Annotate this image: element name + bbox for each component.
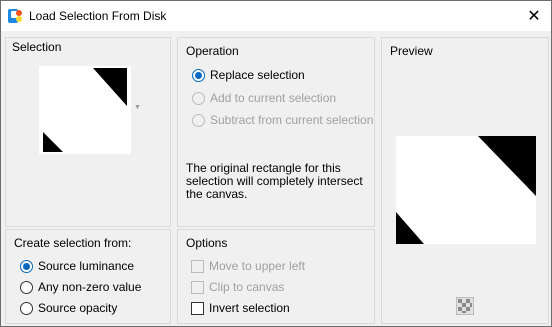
checkbox[interactable] (191, 301, 204, 315)
options-panel-title: Options (186, 236, 228, 250)
create-panel-title: Create selection from: (14, 236, 132, 250)
radio-button[interactable] (20, 259, 33, 273)
selection-mask-thumbnail (43, 68, 127, 152)
radio-add-to-selection[interactable]: Add to current selection (192, 89, 336, 107)
operation-panel-title: Operation (186, 44, 239, 58)
checkbox-invert-selection[interactable]: Invert selection (191, 299, 290, 317)
dialog-window: Load Selection From Disk ✕ Selection ▼ O… (0, 0, 552, 327)
radio-replace-selection[interactable]: Replace selection (192, 66, 305, 84)
radio-label: Replace selection (210, 68, 305, 82)
radio-label: Source luminance (38, 259, 135, 273)
checkbox-clip-to-canvas[interactable]: Clip to canvas (191, 278, 284, 296)
radio-label: Subtract from current selection (210, 113, 374, 127)
radio-source-opacity[interactable]: Source opacity (20, 299, 117, 317)
checkbox-move-to-upper-left[interactable]: Move to upper left (191, 257, 305, 275)
radio-label: Source opacity (38, 301, 118, 315)
close-button[interactable]: ✕ (517, 1, 551, 31)
radio-subtract-from-selection[interactable]: Subtract from current selection (192, 111, 373, 129)
checkbox-label: Invert selection (209, 301, 290, 315)
checkerboard-icon[interactable] (456, 297, 474, 315)
title-bar: Load Selection From Disk ✕ (1, 1, 551, 31)
radio-button[interactable] (192, 91, 205, 105)
app-icon (8, 9, 22, 23)
create-selection-panel: Create selection from: Source luminance … (5, 229, 171, 324)
radio-source-luminance[interactable]: Source luminance (20, 257, 134, 275)
radio-any-non-zero[interactable]: Any non-zero value (20, 278, 141, 296)
radio-label: Any non-zero value (38, 280, 142, 294)
preview-panel-title: Preview (390, 44, 433, 58)
preview-image (396, 136, 536, 244)
preview-panel: Preview (381, 37, 549, 324)
radio-button[interactable] (192, 68, 205, 82)
checkbox[interactable] (191, 259, 204, 273)
operation-info-text: The original rectangle for this selectio… (186, 161, 363, 201)
checkbox[interactable] (191, 280, 204, 294)
selection-panel-title: Selection (12, 40, 62, 54)
checkbox-label: Clip to canvas (209, 280, 285, 294)
checkbox-label: Move to upper left (209, 259, 306, 273)
selection-panel: Selection ▼ (5, 37, 171, 227)
selection-thumbnail-dropdown[interactable] (39, 66, 131, 154)
options-panel: Options Move to upper left Clip to canva… (177, 229, 375, 324)
close-icon: ✕ (527, 8, 541, 25)
window-title: Load Selection From Disk (29, 9, 167, 23)
radio-button[interactable] (20, 301, 33, 315)
operation-panel: Operation Replace selection Add to curre… (177, 37, 375, 227)
radio-button[interactable] (192, 113, 205, 127)
radio-button[interactable] (20, 280, 33, 294)
radio-label: Add to current selection (210, 91, 337, 105)
chevron-down-icon: ▼ (134, 104, 141, 111)
